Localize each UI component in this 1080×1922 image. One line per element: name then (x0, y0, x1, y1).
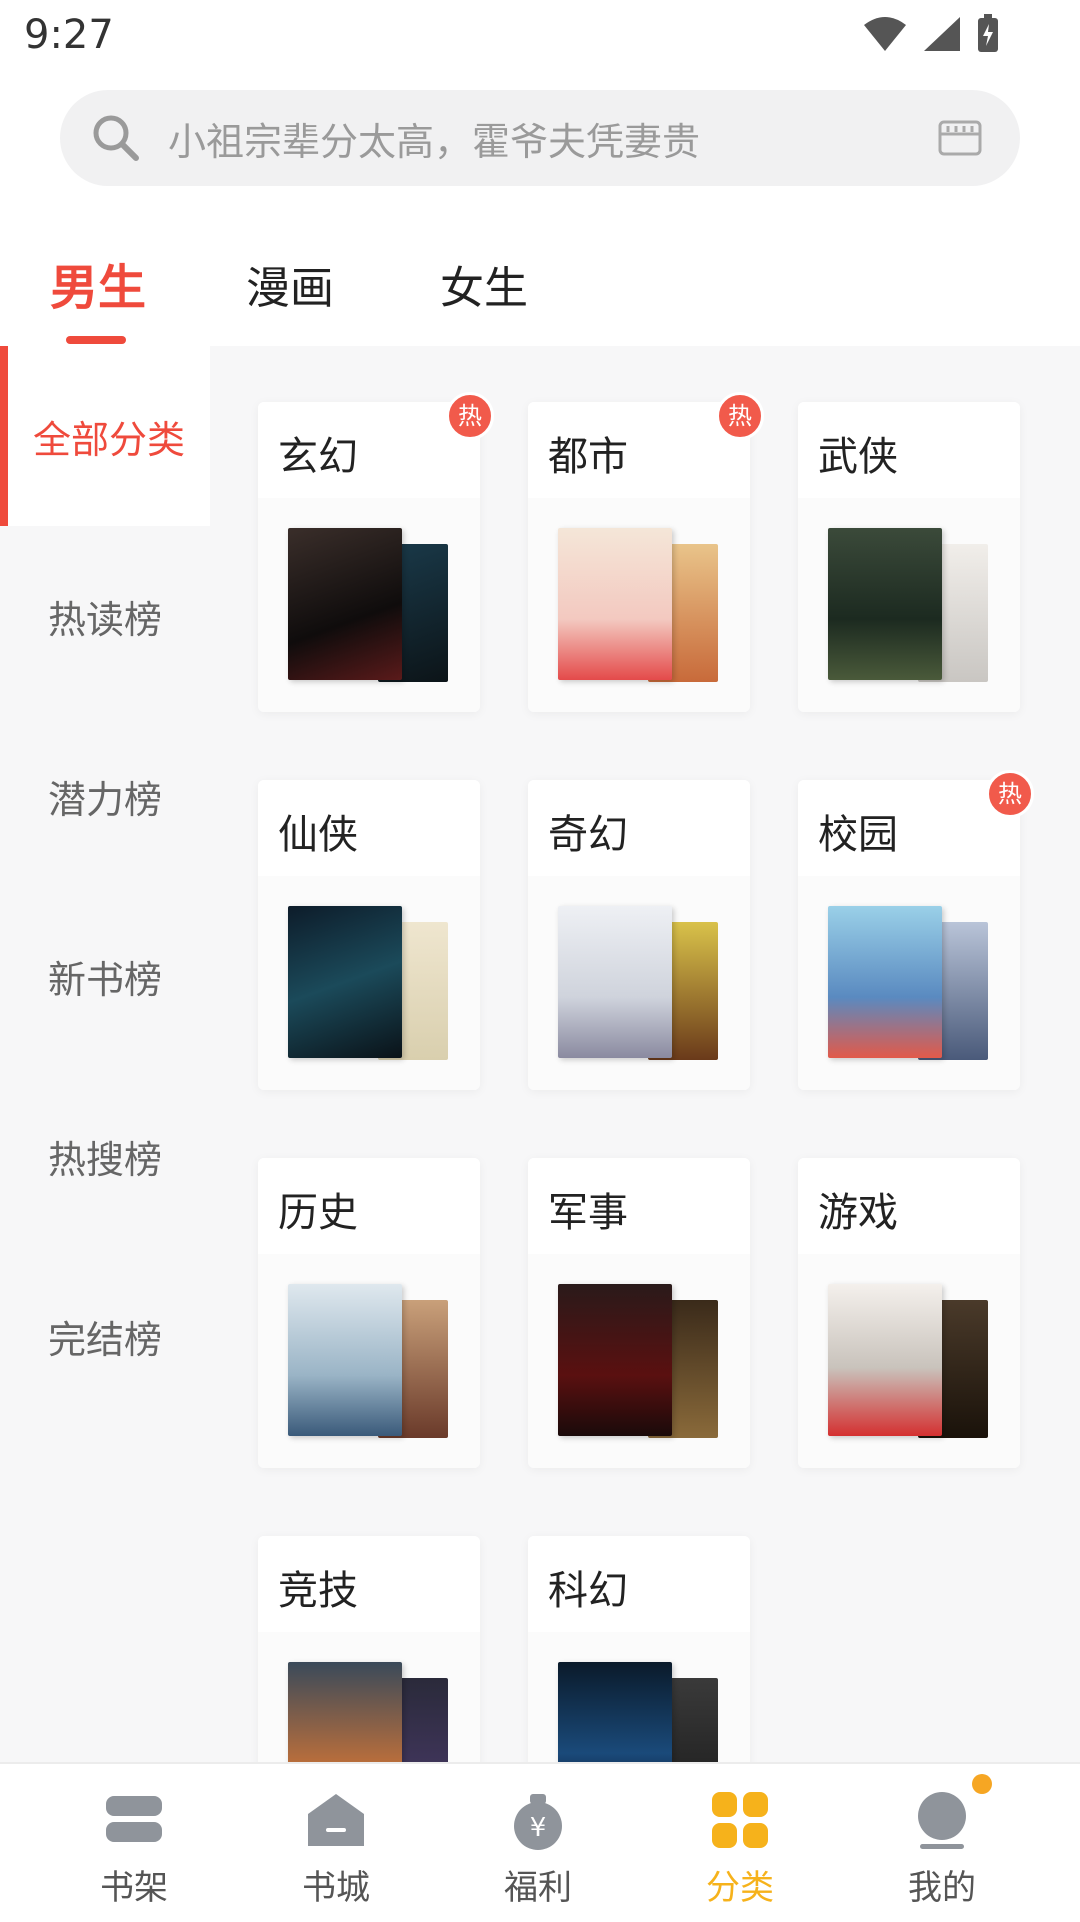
nav-category[interactable]: 分类 (680, 1790, 800, 1909)
category-card-kehuan[interactable]: 科幻 (528, 1536, 750, 1762)
tab-female[interactable]: 女生 (440, 252, 528, 316)
tab-bar (0, 200, 1080, 348)
bookshelf-icon (106, 1796, 162, 1842)
sidebar-item-hot-read[interactable]: 热读榜 (0, 526, 210, 706)
category-card-xuanhuan[interactable]: 玄幻 热 (258, 392, 494, 712)
category-card-dushi[interactable]: 都市 热 (528, 392, 764, 712)
book-cover (288, 1284, 402, 1436)
hot-badge: 热 (446, 392, 494, 440)
nav-profile[interactable]: 我的 (882, 1790, 1002, 1909)
sidebar-item-new-books[interactable]: 新书榜 (0, 886, 210, 1066)
category-card-xianxia[interactable]: 仙侠 (258, 780, 480, 1090)
nav-label: 我的 (908, 1868, 976, 1908)
book-cover (558, 906, 672, 1058)
book-cover (558, 528, 672, 680)
search-icon (93, 115, 139, 161)
wifi-icon (864, 17, 906, 51)
category-card-wuxia[interactable]: 武侠 (798, 402, 1020, 712)
signal-icon (924, 17, 960, 51)
category-card-youxi[interactable]: 游戏 (798, 1158, 1020, 1468)
nav-welfare[interactable]: ¥ 福利 (478, 1790, 598, 1909)
search-bar[interactable]: 小祖宗辈分太高，霍爷夫凭妻贵 (60, 90, 1020, 186)
category-card-xiaoyuan[interactable]: 校园 热 (798, 770, 1034, 1090)
category-grid: 玄幻 热 都市 热 武侠 仙侠 奇幻 校园 热 历史 军事 游戏 竞技 科幻 (210, 346, 1080, 1762)
profile-icon (918, 1792, 966, 1849)
category-grid-icon (712, 1792, 768, 1848)
tab-comics[interactable]: 漫画 (246, 252, 334, 316)
category-label: 奇幻 (548, 812, 628, 858)
svg-text:¥: ¥ (530, 1813, 547, 1843)
tab-male[interactable]: 男生 (50, 248, 146, 318)
category-label: 武侠 (818, 434, 898, 480)
book-cover (828, 906, 942, 1058)
sidebar-item-completed[interactable]: 完结榜 (0, 1246, 210, 1426)
category-card-qihuan[interactable]: 奇幻 (528, 780, 750, 1090)
category-card-jingji[interactable]: 竞技 (258, 1536, 480, 1762)
nav-label: 分类 (706, 1868, 774, 1908)
nav-label: 书城 (302, 1868, 370, 1908)
category-label: 科幻 (548, 1568, 628, 1614)
hot-badge: 热 (986, 770, 1034, 818)
category-label: 玄幻 (278, 434, 358, 480)
nav-label: 书架 (100, 1868, 168, 1908)
sidebar-item-all-categories[interactable]: 全部分类 (0, 346, 210, 526)
category-label: 军事 (548, 1190, 628, 1236)
book-cover (288, 906, 402, 1058)
book-cover (288, 1662, 402, 1762)
book-cover (288, 528, 402, 680)
sidebar-item-potential[interactable]: 潜力榜 (0, 706, 210, 886)
welfare-bag-icon: ¥ (514, 1794, 562, 1850)
notification-dot (972, 1774, 992, 1794)
book-cover (828, 528, 942, 680)
book-cover (558, 1284, 672, 1436)
scan-icon[interactable] (936, 118, 984, 158)
hot-badge: 热 (716, 392, 764, 440)
ranking-sidebar: 全部分类 热读榜 潜力榜 新书榜 热搜榜 完结榜 (0, 346, 210, 1762)
nav-label: 福利 (504, 1868, 572, 1908)
book-cover (558, 1662, 672, 1762)
sidebar-item-hot-search[interactable]: 热搜榜 (0, 1066, 210, 1246)
tab-active-indicator (66, 336, 126, 344)
book-cover (828, 1284, 942, 1436)
nav-bookstore[interactable]: 书城 (276, 1790, 396, 1909)
category-label: 仙侠 (278, 812, 358, 858)
category-label: 校园 (818, 812, 898, 858)
status-time: 9:27 (24, 12, 114, 58)
nav-bookshelf[interactable]: 书架 (74, 1790, 194, 1909)
bookstore-icon (308, 1794, 364, 1846)
status-icons (862, 14, 1000, 54)
category-label: 游戏 (818, 1190, 898, 1236)
category-card-lishi[interactable]: 历史 (258, 1158, 480, 1468)
battery-icon (978, 14, 998, 52)
category-card-junshi[interactable]: 军事 (528, 1158, 750, 1468)
category-label: 历史 (278, 1190, 358, 1236)
category-label: 竞技 (278, 1568, 358, 1614)
category-label: 都市 (548, 434, 628, 480)
search-input[interactable]: 小祖宗辈分太高，霍爷夫凭妻贵 (168, 111, 936, 166)
